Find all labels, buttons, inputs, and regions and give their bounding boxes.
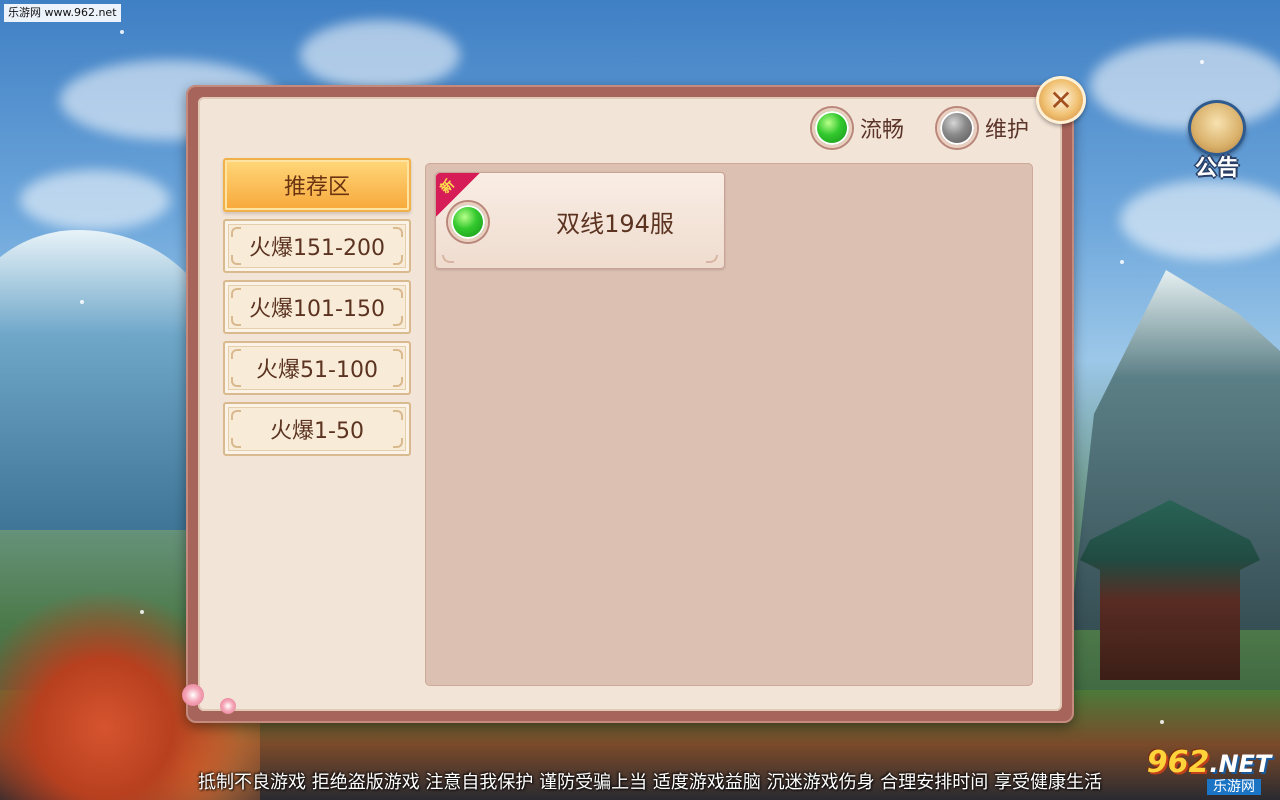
zone-tab-51-100[interactable]: 火爆51-100	[223, 341, 411, 395]
new-badge-label: 新	[438, 177, 458, 197]
zone-tab-1-50[interactable]: 火爆1-50	[223, 402, 411, 456]
zone-tab-101-150[interactable]: 火爆101-150	[223, 280, 411, 334]
server-card[interactable]: 新 双线194服	[435, 172, 725, 269]
site-watermark: 乐游网 www.962.net	[4, 4, 121, 22]
legend-maintenance: 维护	[937, 108, 1029, 148]
status-maintenance-icon	[937, 108, 977, 148]
blossom-decoration	[220, 698, 236, 714]
zone-list: 推荐区 火爆151-200 火爆101-150 火爆51-100 火爆1-50	[223, 158, 411, 463]
notice-button[interactable]: 公告	[1184, 100, 1250, 181]
legend-smooth: 流畅	[812, 108, 904, 148]
scroll-icon	[1188, 100, 1246, 156]
close-button[interactable]: ✕	[1036, 76, 1086, 124]
zone-tab-label: 火爆151-200	[249, 236, 385, 261]
logo-sub: 乐游网	[1207, 778, 1261, 795]
zone-tab-label: 火爆101-150	[249, 297, 385, 322]
zone-tab-151-200[interactable]: 火爆151-200	[223, 219, 411, 273]
blossom-decoration	[182, 684, 204, 706]
server-name: 双线194服	[556, 210, 674, 238]
zone-tab-label: 火爆1-50	[270, 419, 364, 444]
legend-maintenance-label: 维护	[985, 118, 1030, 143]
notice-label: 公告	[1194, 156, 1239, 181]
zone-tab-label: 火爆51-100	[256, 358, 378, 383]
legend-smooth-label: 流畅	[860, 118, 905, 143]
close-icon: ✕	[1049, 83, 1073, 117]
status-smooth-icon	[812, 108, 852, 148]
zone-tab-label: 推荐区	[283, 175, 350, 200]
zone-tab-recommended[interactable]: 推荐区	[223, 158, 411, 212]
logo-main: 962.NET	[1146, 744, 1272, 780]
status-smooth-icon	[448, 202, 488, 242]
site-logo: 962.NET 乐游网	[1144, 744, 1274, 795]
health-gaming-notice: 抵制不良游戏 拒绝盗版游戏 注意自我保护 谨防受骗上当 适度游戏益脑 沉迷游戏伤…	[197, 772, 1103, 793]
